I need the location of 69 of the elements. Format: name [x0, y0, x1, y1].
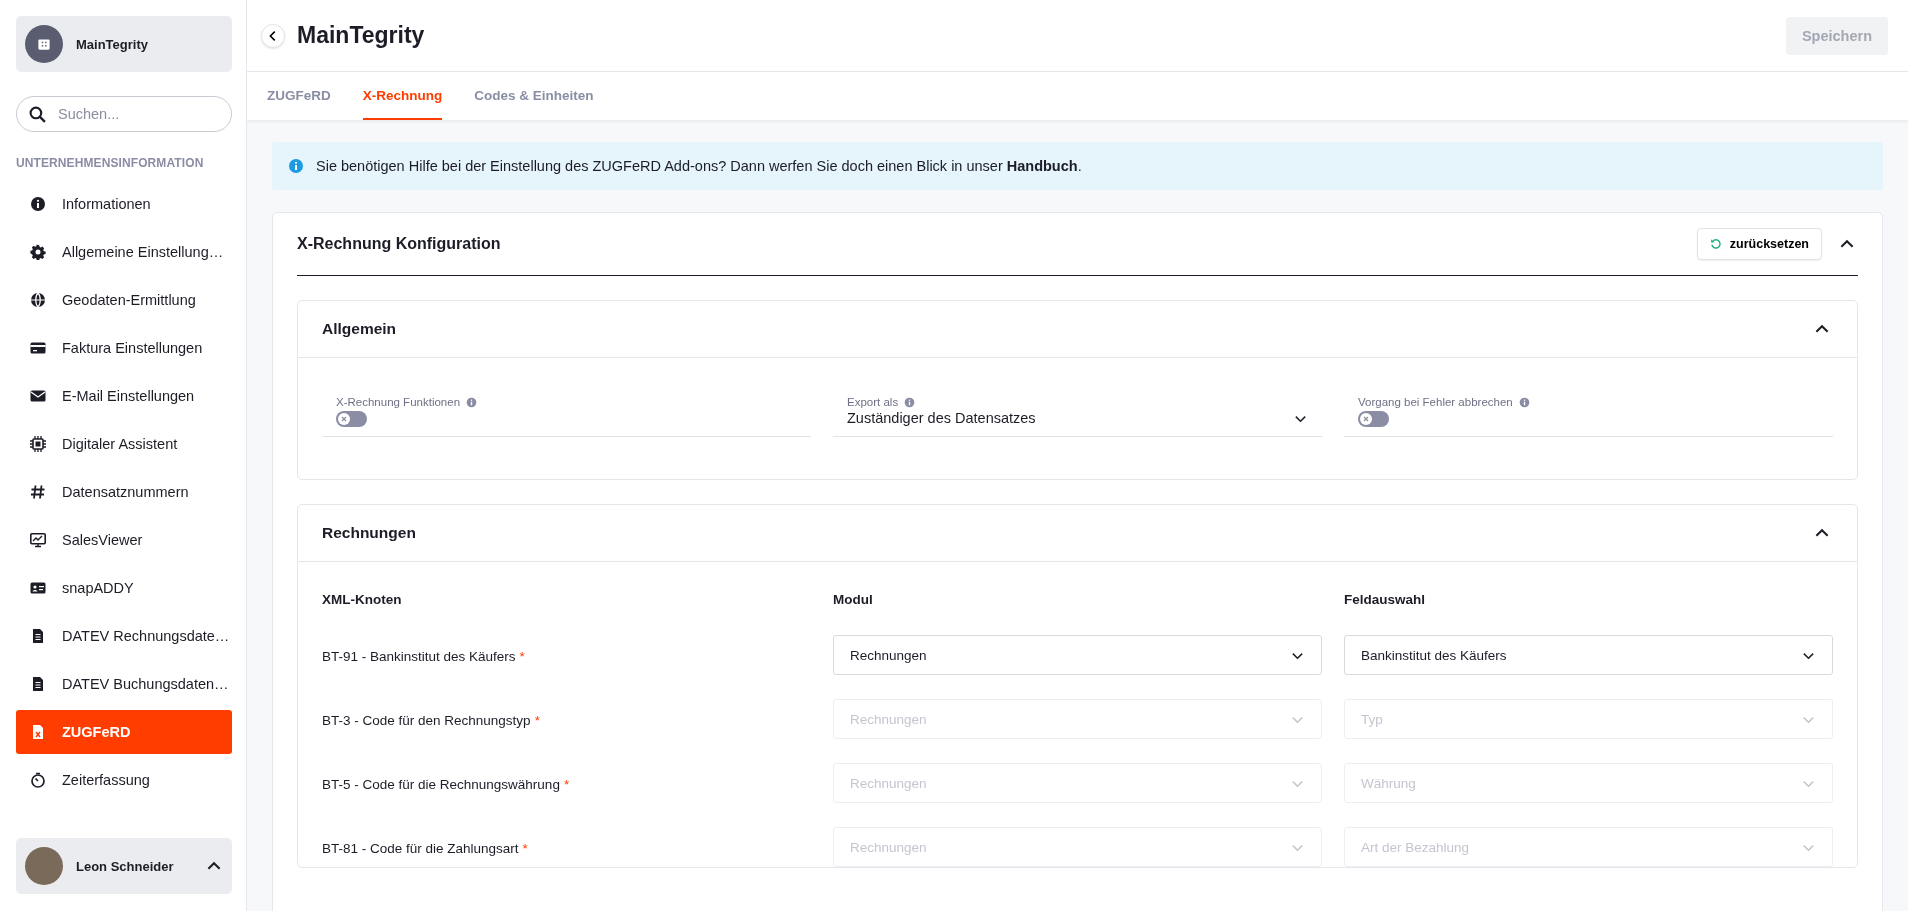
sidebar-item[interactable]: snapADDY: [16, 566, 232, 610]
node-label: BT-3 - Code für den Rechnungstyp *: [322, 712, 541, 728]
manual-link[interactable]: Handbuch: [1006, 158, 1078, 174]
column-header: Feldauswahl: [1344, 592, 1427, 607]
required-mark: *: [522, 840, 528, 856]
envelope-icon: [30, 388, 46, 404]
info-icon: [1518, 396, 1530, 408]
sidebar-item[interactable]: DATEV Rechnungsdate…: [16, 614, 232, 658]
credit-card-icon: [30, 340, 46, 356]
card-title: X-Rechnung Konfiguration: [297, 235, 502, 253]
x-icon: [339, 414, 349, 424]
required-mark: *: [563, 776, 570, 792]
select-field[interactable]: Rechnungen: [833, 635, 1322, 675]
section-title: UNTERNEHMENSINFORMATION: [16, 156, 205, 170]
reset-button[interactable]: zurücksetzen: [1696, 228, 1822, 260]
sidebar-item[interactable]: Geodaten-Ermittlung: [16, 278, 232, 322]
info-icon: [288, 158, 304, 174]
info-icon: [904, 396, 916, 408]
section-title: Allgemein: [322, 320, 397, 338]
info-icon: [466, 396, 478, 408]
avatar-placeholder: [25, 847, 63, 885]
sidebar-item[interactable]: Faktura Einstellungen: [16, 326, 232, 370]
sidebar-item[interactable]: ZUGFeRD: [16, 710, 232, 754]
document-icon: [30, 676, 46, 692]
info-icon: [30, 196, 46, 212]
sidebar-item[interactable]: Allgemeine Einstellung…: [16, 230, 232, 274]
sidebar-item[interactable]: Zeiterfassung: [16, 758, 232, 802]
user-name: Leon Schneider: [76, 858, 175, 874]
hash-icon: [30, 484, 46, 500]
organization-card[interactable]: MainTegrity: [16, 16, 232, 72]
field-label: Export als: [847, 396, 899, 408]
select-field[interactable]: Zuständiger des Datensatzes: [847, 410, 1308, 426]
field-label: X-Rechnung Funktionen: [336, 396, 461, 408]
organization-name: MainTegrity: [76, 36, 148, 52]
sidebar-item[interactable]: DATEV Buchungsdaten…: [16, 662, 232, 706]
monitor-chart-icon: [30, 532, 46, 548]
reset-icon: [1709, 238, 1722, 250]
node-label: BT-81 - Code für die Zahlungsart *: [322, 840, 529, 856]
help-message: Sie benötigen Hilfe bei der Einstellung des ZUGFeRD Add-ons? Dann werfen Sie doch einen Blick in unser Handbuch.: [316, 158, 1082, 174]
document-icon: [30, 628, 46, 644]
field-label: Vorgang bei Fehler abbrechen: [1358, 396, 1513, 408]
page-title: MainTegrity: [297, 22, 426, 49]
column-header: Modul: [833, 592, 874, 607]
search-field[interactable]: Suchen...: [16, 96, 232, 132]
search-icon: [29, 106, 46, 123]
document-x-icon: [30, 724, 46, 740]
sidebar-item[interactable]: Informationen: [16, 182, 232, 226]
sidebar-item[interactable]: Datensatznummern: [16, 470, 232, 514]
back-button[interactable]: [261, 23, 285, 48]
sidebar-item[interactable]: E-Mail Einstellungen: [16, 374, 232, 418]
sidebar-item[interactable]: SalesViewer: [16, 518, 232, 562]
tab[interactable]: X-Rechnung: [362, 72, 443, 120]
sidebar-item[interactable]: Digitaler Assistent: [16, 422, 232, 466]
node-label: BT-5 - Code für die Rechnungswährung *: [322, 776, 571, 792]
toggle-switch[interactable]: [336, 411, 367, 427]
settings-icon: [30, 244, 46, 260]
toggle-switch[interactable]: [1358, 411, 1389, 427]
user-card[interactable]: Leon Schneider: [16, 838, 232, 894]
globe-icon: [30, 292, 46, 308]
required-mark: *: [519, 648, 525, 664]
select-field[interactable]: Bankinstitut des Käufers: [1344, 635, 1833, 675]
id-card-icon: [30, 580, 46, 596]
timer-icon: [30, 772, 46, 788]
column-header: XML-Knoten: [322, 592, 403, 607]
required-mark: *: [534, 712, 540, 728]
x-icon: [1361, 414, 1371, 424]
node-label: BT-91 - Bankinstitut des Käufers *: [322, 648, 526, 664]
chip-icon: [30, 436, 46, 452]
section-title: Rechnungen: [322, 524, 416, 542]
